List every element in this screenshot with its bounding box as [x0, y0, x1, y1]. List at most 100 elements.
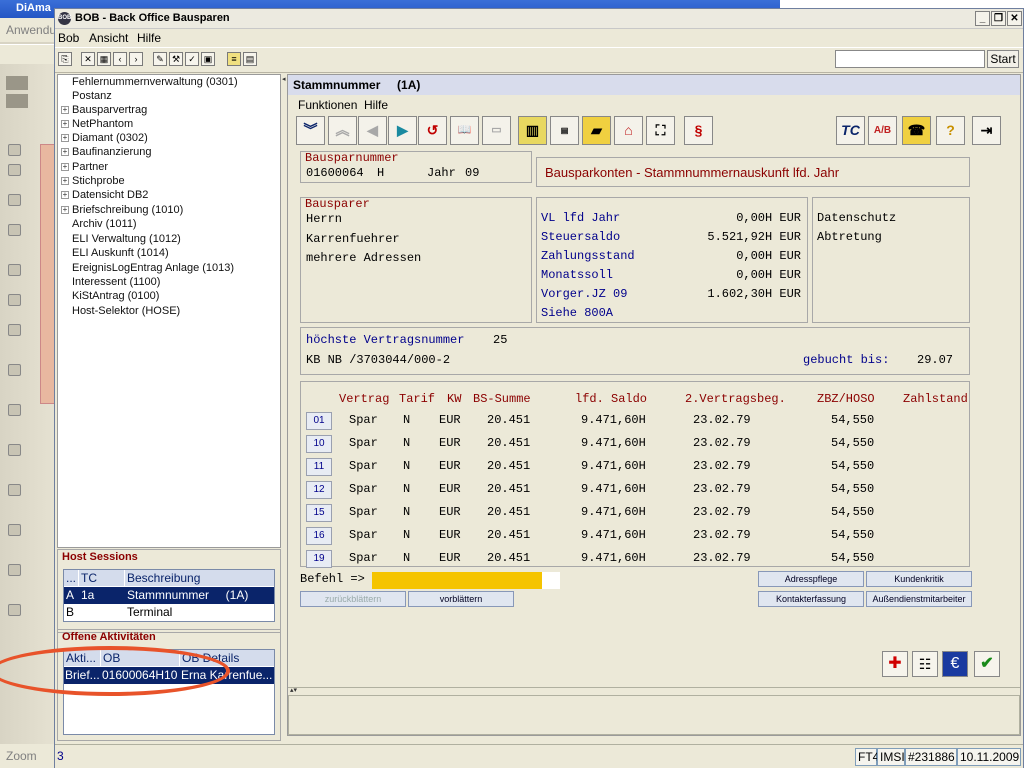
toolbar-prev-icon[interactable]: ‹ — [113, 52, 127, 66]
aussendienst-button[interactable]: Außendienstmitarbeiter — [866, 591, 972, 607]
background-tool-icon[interactable] — [8, 164, 21, 176]
tree-item[interactable]: ELI Verwaltung (1012) — [61, 233, 181, 247]
row-number-button[interactable]: 12 — [306, 481, 332, 499]
menu-funktionen[interactable]: Funktionen — [298, 98, 357, 112]
paragraph-icon[interactable]: § — [684, 116, 713, 145]
tree-item[interactable]: + Bausparvertrag — [61, 104, 147, 118]
adresspflege-button[interactable]: Adresspflege — [758, 571, 864, 587]
tree-item[interactable]: Fehlernummernverwaltung (0301) — [61, 76, 238, 90]
background-tool-icon[interactable] — [8, 264, 21, 276]
menu-bob[interactable]: Bob — [58, 31, 79, 45]
background-menu-item[interactable]: Anwendu — [0, 18, 56, 42]
table-row[interactable]: 01 Spar N EUR 20.451 9.471,60H 23.02.79 54,550 — [301, 412, 969, 432]
background-tool-icon[interactable] — [8, 364, 21, 376]
table-row[interactable]: 12 Spar N EUR 20.451 9.471,60H 23.02.79 54,550 — [301, 481, 969, 501]
column-header[interactable]: ... — [64, 570, 78, 586]
table-row[interactable]: 15 Spar N EUR 20.451 9.471,60H 23.02.79 54,550 — [301, 504, 969, 524]
table-row[interactable]: B Terminal — [64, 604, 274, 621]
euro-icon[interactable]: € — [942, 651, 968, 677]
exit-icon[interactable]: ⇥ — [972, 116, 1001, 145]
expand-down-icon[interactable]: ︾ — [296, 116, 325, 145]
help-icon[interactable]: ? — [936, 116, 965, 145]
panel-splitter-icon[interactable]: ▴▾ — [288, 687, 1020, 694]
toolbar-tools-icon[interactable]: ⚒ — [169, 52, 183, 66]
toolbar-delete-icon[interactable]: ✕ — [81, 52, 95, 66]
search-input[interactable] — [835, 50, 985, 68]
expand-icon[interactable]: + — [61, 120, 69, 128]
kundenkritik-button[interactable]: Kundenkritik — [866, 571, 972, 587]
toolbar-grid-icon[interactable]: ▦ — [97, 52, 111, 66]
table-row[interactable]: 10 Spar N EUR 20.451 9.471,60H 23.02.79 54,550 — [301, 435, 969, 455]
toolbar-next-icon[interactable]: › — [129, 52, 143, 66]
toolbar-window-icon[interactable]: ▣ — [201, 52, 215, 66]
start-button[interactable]: Start — [987, 50, 1019, 68]
form-icon[interactable]: ☷ — [912, 651, 938, 677]
background-tool-icon[interactable] — [8, 144, 21, 156]
tree-item[interactable]: ELI Auskunft (1014) — [61, 247, 169, 261]
background-tool-icon[interactable] — [8, 444, 21, 456]
next-page-button[interactable]: vorblättern — [408, 591, 514, 607]
forward-icon[interactable]: ▶ — [388, 116, 417, 145]
tree-item[interactable]: Postanz — [61, 90, 112, 104]
table-row[interactable]: 11 Spar N EUR 20.451 9.471,60H 23.02.79 54,550 — [301, 458, 969, 478]
tree-item[interactable]: EreignisLogEntrag Anlage (1013) — [61, 262, 234, 276]
expand-icon[interactable]: + — [61, 106, 69, 114]
background-tool-icon[interactable] — [8, 404, 21, 416]
toolbar-edit-icon[interactable]: ✎ — [153, 52, 167, 66]
toolbar-mark-icon[interactable]: ✓ — [185, 52, 199, 66]
tree-item[interactable]: + Datensicht DB2 — [61, 189, 148, 203]
screen-icon[interactable]: ▤ — [550, 116, 579, 145]
background-tool-icon[interactable] — [8, 194, 21, 206]
row-number-button[interactable]: 19 — [306, 550, 332, 568]
tree-item[interactable]: + Briefschreibung (1010) — [61, 204, 183, 218]
book-icon[interactable]: 📖 — [450, 116, 479, 145]
cabinet-icon[interactable]: ▥ — [518, 116, 547, 145]
tree-item[interactable]: + NetPhantom — [61, 118, 133, 132]
expand-icon[interactable]: + — [61, 177, 69, 185]
row-number-button[interactable]: 01 — [306, 412, 332, 430]
cross-icon[interactable]: ✚ — [882, 651, 908, 677]
folder-icon[interactable]: ▰ — [582, 116, 611, 145]
tree-item[interactable]: Interessent (1100) — [61, 276, 160, 290]
column-header[interactable]: Beschreibung — [125, 570, 274, 586]
kontakterfassung-button[interactable]: Kontakterfassung — [758, 591, 864, 607]
table-row[interactable]: A 1a Stammnummer (1A) — [64, 587, 274, 604]
toolbar-page-icon[interactable]: ⎘ — [58, 52, 72, 66]
expand-icon[interactable]: + — [61, 134, 69, 142]
background-tool-icon[interactable] — [8, 294, 21, 306]
expand-icon[interactable]: + — [61, 163, 69, 171]
toolbar-note-icon[interactable]: ≡ — [227, 52, 241, 66]
tree-item[interactable]: + Baufinanzierung — [61, 146, 152, 160]
tree-item[interactable]: Archiv (1011) — [61, 218, 137, 232]
background-tool-icon[interactable] — [8, 324, 21, 336]
minimize-icon[interactable]: _ — [975, 11, 990, 26]
tree-item[interactable]: + Diamant (0302) — [61, 132, 148, 146]
splitter-arrow-icon[interactable]: ◂ — [282, 75, 286, 85]
tree-item[interactable]: + Partner — [61, 161, 108, 175]
menu-hilfe-content[interactable]: Hilfe — [364, 98, 388, 112]
background-tool-icon[interactable] — [8, 484, 21, 496]
map-icon[interactable]: ⛶ — [646, 116, 675, 145]
menu-ansicht[interactable]: Ansicht — [89, 31, 128, 45]
confirm-check-icon[interactable]: ✔ — [974, 651, 1000, 677]
row-number-button[interactable]: 11 — [306, 458, 332, 476]
house-icon[interactable]: ⌂ — [614, 116, 643, 145]
befehl-input[interactable] — [372, 572, 542, 589]
table-row[interactable]: 19 Spar N EUR 20.451 9.471,60H 23.02.79 54,550 — [301, 550, 969, 570]
tree-item[interactable]: KiStAntrag (0100) — [61, 290, 159, 304]
row-number-button[interactable]: 15 — [306, 504, 332, 522]
background-tool-icon[interactable] — [8, 604, 21, 616]
background-tool-icon[interactable] — [8, 524, 21, 536]
row-number-button[interactable]: 16 — [306, 527, 332, 545]
tree-item[interactable]: + Stichprobe — [61, 175, 125, 189]
tc-icon[interactable]: TC — [836, 116, 865, 145]
close-icon[interactable]: ✕ — [1007, 11, 1022, 26]
tree-item[interactable]: Host-Selektor (HOSE) — [61, 305, 180, 319]
restore-icon[interactable]: ❐ — [991, 11, 1006, 26]
column-header[interactable]: TC — [79, 570, 124, 586]
background-tool-icon[interactable] — [8, 224, 21, 236]
background-tool-icon[interactable] — [8, 564, 21, 576]
row-number-button[interactable]: 10 — [306, 435, 332, 453]
expand-icon[interactable]: + — [61, 148, 69, 156]
expand-icon[interactable]: + — [61, 191, 69, 199]
